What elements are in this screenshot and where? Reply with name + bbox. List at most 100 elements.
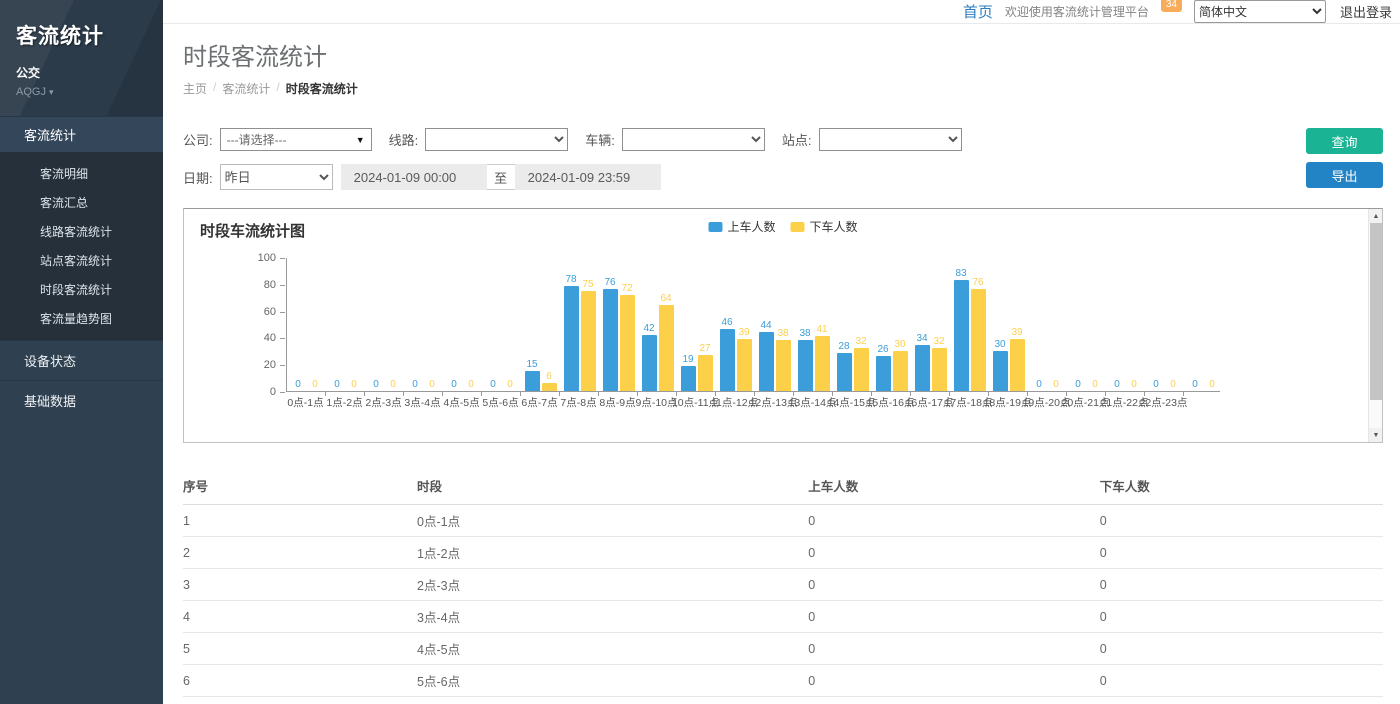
bar-value-label: 0 [1036, 378, 1042, 391]
search-button[interactable]: 查询 [1306, 128, 1383, 154]
chart-category: 00 [1106, 258, 1145, 391]
x-axis-tick-label: 5点-6点 [481, 395, 520, 410]
x-axis-tick-label: 9点-10点 [637, 395, 676, 410]
sidebar-nav: 客流统计 客流明细客流汇总线路客流统计站点客流统计时段客流统计客流量趋势图 设备… [0, 116, 163, 420]
sidebar-subitem-3[interactable]: 线路客流统计 [0, 217, 163, 246]
bar-value-label: 0 [451, 378, 457, 391]
bar-column: 38 [776, 327, 791, 391]
bar [659, 305, 674, 391]
bar-value-label: 0 [1114, 378, 1120, 391]
table-body: 10点-1点0021点-2点0032点-3点0043点-4点0054点-5点00… [183, 505, 1383, 704]
table-cell: 4点-5点 [417, 633, 808, 665]
chart-category: 00 [1145, 258, 1184, 391]
bar-value-label: 27 [699, 342, 710, 355]
x-axis-tick-label: 11点-12点 [715, 395, 754, 410]
bar [525, 371, 540, 391]
bar-column: 0 [464, 378, 479, 391]
bar-value-label: 30 [994, 338, 1005, 351]
bar-value-label: 39 [738, 326, 749, 339]
table-cell: 4 [183, 601, 417, 633]
company-select[interactable]: ---请选择--- ▼ [220, 128, 372, 151]
vehicle-select[interactable] [622, 128, 765, 151]
bar-value-label: 39 [1011, 326, 1022, 339]
x-axis-tick-label: 21点-22点 [1105, 395, 1144, 410]
scrollbar-up-icon[interactable]: ▲ [1369, 209, 1383, 223]
chart-category: 4264 [638, 258, 677, 391]
chart-category: 00 [1028, 258, 1067, 391]
chart-scrollbar[interactable]: ▲ ▼ [1368, 209, 1382, 442]
home-link[interactable]: 首页 [963, 1, 993, 22]
bar-pair: 3841 [794, 258, 833, 391]
table-cell: 0 [1100, 665, 1383, 697]
chart-category: 8376 [950, 258, 989, 391]
sidebar-item-passenger-stats[interactable]: 客流统计 [0, 116, 163, 152]
sidebar-subitem-5[interactable]: 时段客流统计 [0, 275, 163, 304]
table-row: 54点-5点00 [183, 633, 1383, 665]
bar-value-label: 0 [334, 378, 340, 391]
bar-column: 0 [1088, 378, 1103, 391]
legend-item[interactable]: 上车人数 [708, 218, 775, 235]
bar-pair: 3432 [911, 258, 950, 391]
filter-row-selects: 公司: ---请选择--- ▼ 线路: 车辆: 站点: [183, 128, 1383, 151]
table-header-cell: 上车人数 [808, 469, 1100, 505]
x-axis-tick-label: 7点-8点 [559, 395, 598, 410]
table-row: 65点-6点00 [183, 665, 1383, 697]
date-end-input[interactable] [515, 164, 661, 190]
bar [915, 345, 930, 391]
export-button[interactable]: 导出 [1306, 162, 1383, 188]
bar-value-label: 38 [777, 327, 788, 340]
sidebar-item-1[interactable]: 设备状态 [0, 340, 163, 380]
app-logo-title: 客流统计 [16, 20, 147, 50]
notification-badge[interactable]: 34 [1161, 0, 1182, 12]
sidebar-account-dropdown[interactable]: AQGJ ▾ [16, 86, 147, 98]
bar-column: 30 [993, 338, 1008, 391]
date-preset-select[interactable]: 昨日 [220, 164, 333, 190]
bar-column: 0 [347, 378, 362, 391]
x-axis-tick-label: 6点-7点 [520, 395, 559, 410]
bar-column: 30 [893, 338, 908, 391]
bar-value-label: 28 [838, 340, 849, 353]
bar-pair: 00 [1067, 258, 1106, 391]
table-cell: 0 [1100, 633, 1383, 665]
table-cell: 1 [183, 505, 417, 537]
table-header-cell: 序号 [183, 469, 417, 505]
sidebar-item-2[interactable]: 基础数据 [0, 380, 163, 420]
filter-row-date: 日期: 昨日 至 [183, 164, 1383, 190]
chevron-down-icon: ▾ [49, 87, 54, 97]
logout-link[interactable]: 退出登录 [1340, 2, 1392, 21]
bar-column: 0 [1032, 378, 1047, 391]
sidebar-company-name: 公交 [16, 64, 147, 81]
bar-value-label: 75 [582, 278, 593, 291]
sidebar-subitem-1[interactable]: 客流明细 [0, 159, 163, 188]
bar-column: 0 [503, 378, 518, 391]
bar-column: 0 [386, 378, 401, 391]
sidebar-submenu: 客流明细客流汇总线路客流统计站点客流统计时段客流统计客流量趋势图 [0, 152, 163, 340]
bar [837, 353, 852, 391]
bar-column: 0 [1166, 378, 1181, 391]
plot-clip: 0000000000001567875767242641927463944383… [286, 258, 1220, 410]
sidebar-subitem-4[interactable]: 站点客流统计 [0, 246, 163, 275]
chart-category: 3432 [911, 258, 950, 391]
legend-item[interactable]: 下车人数 [791, 218, 858, 235]
chart-category: 00 [443, 258, 482, 391]
bar [681, 366, 696, 391]
table-cell: 5点-6点 [417, 665, 808, 697]
y-axis-tick-label: 40 [264, 332, 276, 344]
line-select[interactable] [425, 128, 568, 151]
bar-pair: 4438 [755, 258, 794, 391]
scrollbar-thumb[interactable] [1370, 223, 1382, 400]
breadcrumb-home[interactable]: 主页 [183, 80, 207, 97]
bar-pair: 00 [326, 258, 365, 391]
station-select[interactable] [819, 128, 962, 151]
table-cell: 15 [808, 697, 1100, 704]
plot-area: 0000000000001567875767242641927463944383… [286, 258, 1220, 392]
date-start-input[interactable] [341, 164, 487, 190]
breadcrumb-passenger-stats[interactable]: 客流统计 [222, 80, 270, 97]
table-cell: 3 [183, 569, 417, 601]
legend-label: 上车人数 [727, 218, 775, 235]
language-select[interactable]: 简体中文 [1194, 0, 1326, 23]
sidebar-subitem-2[interactable]: 客流汇总 [0, 188, 163, 217]
scrollbar-down-icon[interactable]: ▼ [1369, 428, 1383, 442]
table-cell: 5 [183, 633, 417, 665]
sidebar-subitem-6[interactable]: 客流量趋势图 [0, 304, 163, 333]
